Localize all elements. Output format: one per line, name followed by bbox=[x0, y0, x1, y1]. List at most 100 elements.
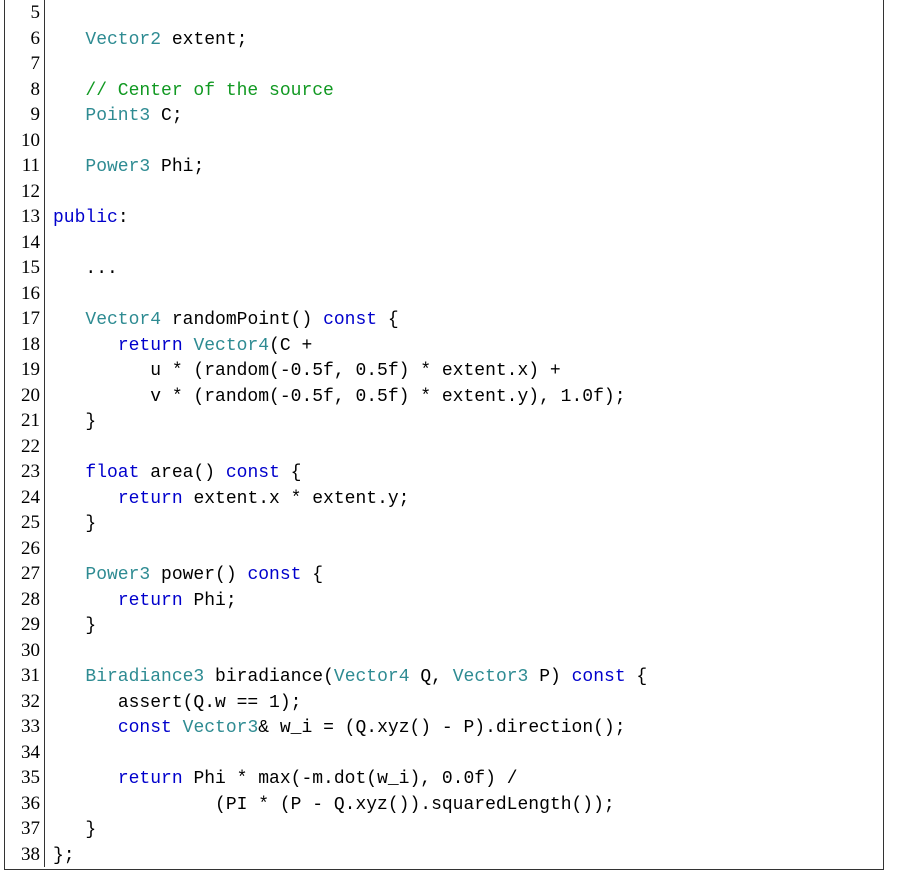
space bbox=[410, 667, 421, 687]
code-content: } bbox=[45, 818, 96, 844]
keyword: public bbox=[53, 208, 118, 228]
space bbox=[161, 30, 172, 50]
keyword: return bbox=[118, 336, 183, 356]
line-number: 12 bbox=[5, 179, 45, 205]
code-content: return Phi; bbox=[45, 589, 237, 615]
line-number: 21 bbox=[5, 408, 45, 434]
type: Vector3 bbox=[453, 667, 529, 687]
code-content: return Phi * max(-m.dot(w_i), 0.0f) / bbox=[45, 767, 518, 793]
punct: ( bbox=[269, 336, 280, 356]
ident: randomPoint bbox=[172, 310, 291, 330]
comment: // Center of the source bbox=[85, 81, 333, 101]
line-number: 37 bbox=[5, 816, 45, 842]
type: Vector3 bbox=[183, 718, 259, 738]
space bbox=[183, 591, 194, 611]
code-line: 28 return Phi; bbox=[5, 587, 883, 613]
line-number: 38 bbox=[5, 842, 45, 868]
indent bbox=[53, 30, 85, 50]
punct: () bbox=[291, 310, 323, 330]
code-line: 38 }; bbox=[5, 842, 883, 868]
indent bbox=[53, 310, 85, 330]
line-number: 15 bbox=[5, 255, 45, 281]
code-content: } bbox=[45, 512, 96, 538]
indent bbox=[53, 336, 118, 356]
space bbox=[183, 489, 194, 509]
punct: { bbox=[280, 463, 302, 483]
line-number: 35 bbox=[5, 765, 45, 791]
line-number: 14 bbox=[5, 230, 45, 256]
code-line: 29 } bbox=[5, 612, 883, 638]
type: Power3 bbox=[85, 565, 150, 585]
punct: { bbox=[301, 565, 323, 585]
code-content: const Vector3& w_i = (Q.xyz() - P).direc… bbox=[45, 716, 626, 742]
code-line: 8 // Center of the source bbox=[5, 77, 883, 103]
code-content: } bbox=[45, 410, 96, 436]
code-line: 35 return Phi * max(-m.dot(w_i), 0.0f) / bbox=[5, 765, 883, 791]
keyword: return bbox=[118, 769, 183, 789]
line-number: 17 bbox=[5, 306, 45, 332]
code-line: 37 } bbox=[5, 816, 883, 842]
code-line: 14 bbox=[5, 230, 883, 256]
code-content: return extent.x * extent.y; bbox=[45, 487, 409, 513]
punct: } bbox=[85, 412, 96, 432]
type: Vector4 bbox=[193, 336, 269, 356]
keyword: return bbox=[118, 489, 183, 509]
code-line: 24 return extent.x * extent.y; bbox=[5, 485, 883, 511]
code-content: Vector4 randomPoint() const { bbox=[45, 308, 399, 334]
punct: ) bbox=[550, 667, 572, 687]
space bbox=[172, 718, 183, 738]
space bbox=[150, 106, 161, 126]
indent bbox=[53, 769, 118, 789]
code-line: 10 bbox=[5, 128, 883, 154]
keyword: float bbox=[85, 463, 139, 483]
code-line: 30 bbox=[5, 638, 883, 664]
code-line: 16 bbox=[5, 281, 883, 307]
code-line: 18 return Vector4(C + bbox=[5, 332, 883, 358]
space bbox=[150, 565, 161, 585]
punct: ; bbox=[237, 30, 248, 50]
code-line: 22 bbox=[5, 434, 883, 460]
keyword: const bbox=[247, 565, 301, 585]
punct: () bbox=[215, 565, 247, 585]
ident: P bbox=[539, 667, 550, 687]
code-content: public: bbox=[45, 206, 129, 232]
line-number: 16 bbox=[5, 281, 45, 307]
punct: } bbox=[85, 820, 96, 840]
indent bbox=[53, 157, 85, 177]
ident: C + bbox=[280, 336, 312, 356]
indent bbox=[53, 81, 85, 101]
line-number: 9 bbox=[5, 102, 45, 128]
line-number: 5 bbox=[5, 0, 45, 26]
ident: (PI * (P - Q.xyz()).squaredLength()); bbox=[215, 795, 615, 815]
keyword: return bbox=[118, 591, 183, 611]
code-line: 33 const Vector3& w_i = (Q.xyz() - P).di… bbox=[5, 714, 883, 740]
space bbox=[183, 769, 194, 789]
indent bbox=[53, 667, 85, 687]
keyword: const bbox=[323, 310, 377, 330]
punct: } bbox=[85, 616, 96, 636]
code-line: 31 Biradiance3 biradiance(Vector4 Q, Vec… bbox=[5, 663, 883, 689]
line-number: 20 bbox=[5, 383, 45, 409]
code-line: 34 bbox=[5, 740, 883, 766]
space bbox=[204, 667, 215, 687]
code-content: } bbox=[45, 614, 96, 640]
indent bbox=[53, 259, 85, 279]
code-line: 21 } bbox=[5, 408, 883, 434]
line-number: 30 bbox=[5, 638, 45, 664]
punct: } bbox=[85, 514, 96, 534]
code-listing: 5 6 Vector2 extent; 7 8 // Center of the… bbox=[4, 0, 884, 870]
code-content: ... bbox=[45, 257, 118, 283]
line-number: 29 bbox=[5, 612, 45, 638]
punct: & bbox=[258, 718, 280, 738]
line-number: 11 bbox=[5, 153, 45, 179]
indent bbox=[53, 106, 85, 126]
line-number: 8 bbox=[5, 77, 45, 103]
punct: : bbox=[118, 208, 129, 228]
indent bbox=[53, 361, 150, 381]
indent bbox=[53, 795, 215, 815]
line-number: 28 bbox=[5, 587, 45, 613]
punct: { bbox=[377, 310, 399, 330]
ident: extent.x * extent.y; bbox=[193, 489, 409, 509]
code-line: 7 bbox=[5, 51, 883, 77]
code-content: Power3 Phi; bbox=[45, 155, 204, 181]
